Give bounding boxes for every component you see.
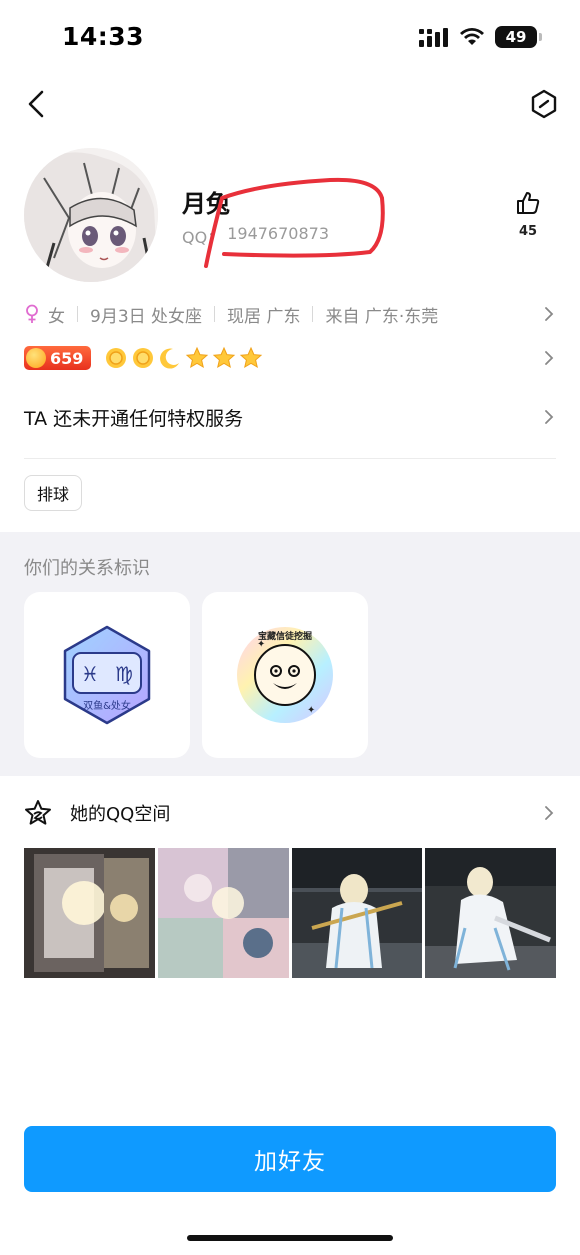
star-level-icon	[213, 346, 236, 369]
chevron-right-icon	[545, 307, 554, 321]
qq-label: QQ：	[182, 228, 224, 247]
relation-title: 你们的关系标识	[24, 558, 150, 579]
divider	[312, 306, 314, 322]
qq-number[interactable]: 1947670873	[227, 224, 329, 248]
more-options-button[interactable]	[526, 86, 562, 122]
qzone-photo[interactable]	[157, 848, 289, 978]
star-level-icon	[186, 346, 209, 369]
qzone-title: 她的QQ空间	[70, 804, 171, 825]
divider	[77, 306, 78, 322]
status-bar: 14:33 49	[0, 0, 580, 78]
coin-icon	[26, 348, 46, 368]
home-indicator	[187, 1235, 393, 1241]
divider	[24, 458, 556, 459]
photo-figure-box	[24, 848, 155, 978]
nav-bar	[0, 78, 580, 128]
wifi-icon	[460, 28, 484, 45]
add-friend-button[interactable]: 加好友	[24, 1126, 556, 1192]
location-text: 现居 广东	[227, 306, 301, 327]
badge2-text: 宝藏信徒挖掘	[258, 630, 312, 642]
qzone-row[interactable]: 她的QQ空间	[24, 798, 556, 828]
qzone-photo[interactable]	[291, 848, 423, 978]
status-time: 14:33	[62, 22, 145, 51]
svg-text:✦: ✦	[257, 639, 265, 650]
privilege-text: TA 还未开通任何特权服务	[24, 407, 244, 430]
birthday-text: 9月3日 处女座	[90, 306, 203, 327]
level-value: 659	[50, 348, 84, 368]
level-row[interactable]: 659	[24, 342, 556, 374]
battery-icon: 49	[495, 26, 537, 48]
privilege-row[interactable]: TA 还未开通任何特权服务	[24, 398, 556, 436]
hometown-text: 来自 广东·东莞	[325, 306, 439, 327]
chevron-left-icon	[28, 90, 44, 118]
sun-level-icon	[106, 348, 127, 368]
chevron-right-icon	[545, 410, 554, 424]
star-level-icon	[240, 346, 263, 369]
photo-posters	[157, 848, 289, 978]
divider	[214, 306, 216, 322]
qq-number-line: QQ： 1947670873	[182, 224, 329, 248]
nickname: 月兔	[182, 190, 230, 218]
photo-cosplay-2	[425, 848, 556, 978]
qzone-photos	[24, 848, 556, 978]
relation-card-zodiac[interactable]: ♓ ♍ 双鱼&处女	[24, 592, 190, 758]
svg-text:♍: ♍	[115, 662, 133, 686]
status-icons: 49	[419, 26, 542, 48]
relation-card-treasure[interactable]: 宝藏信徒挖掘 ✦ ✦	[202, 592, 368, 758]
chevron-right-icon	[545, 806, 554, 820]
signal-icon	[419, 28, 448, 47]
info-row[interactable]: 女 9月3日 处女座 现居 广东 来自 广东·东莞	[24, 298, 556, 330]
chevron-right-icon	[545, 351, 554, 365]
sun-level-icon	[133, 348, 154, 368]
qzone-photo[interactable]	[425, 848, 556, 978]
back-button[interactable]	[18, 84, 54, 124]
like-button[interactable]: 45	[506, 190, 550, 239]
female-icon	[26, 304, 38, 323]
qzone-photo[interactable]	[24, 848, 155, 978]
like-count: 45	[518, 224, 538, 239]
profile-header: 月兔 QQ： 1947670873 45	[0, 148, 580, 283]
qzone-star-icon	[25, 800, 51, 825]
gender-text: 女	[48, 306, 65, 327]
interest-tag[interactable]: 排球	[24, 475, 83, 511]
relation-section: 你们的关系标识 ♓ ♍ 双鱼&处女 宝藏信徒挖掘 ✦ ✦	[0, 532, 580, 776]
photo-cosplay	[291, 848, 423, 978]
zodiac-badge-icon: ♓ ♍ 双鱼&处女	[63, 625, 151, 725]
level-badge: 659	[24, 346, 92, 370]
avatar[interactable]	[24, 148, 158, 282]
badge1-label: 双鱼&处女	[83, 699, 131, 712]
thumbs-up-icon	[517, 192, 540, 214]
avatar-illustration	[24, 148, 158, 282]
battery-tip	[539, 33, 542, 41]
hexagon-settings-icon	[531, 89, 557, 119]
svg-text:✦: ✦	[307, 705, 315, 716]
svg-text:♓: ♓	[81, 662, 99, 686]
moon-level-icon	[160, 348, 180, 369]
treasure-badge-icon: 宝藏信徒挖掘 ✦ ✦	[237, 627, 333, 723]
